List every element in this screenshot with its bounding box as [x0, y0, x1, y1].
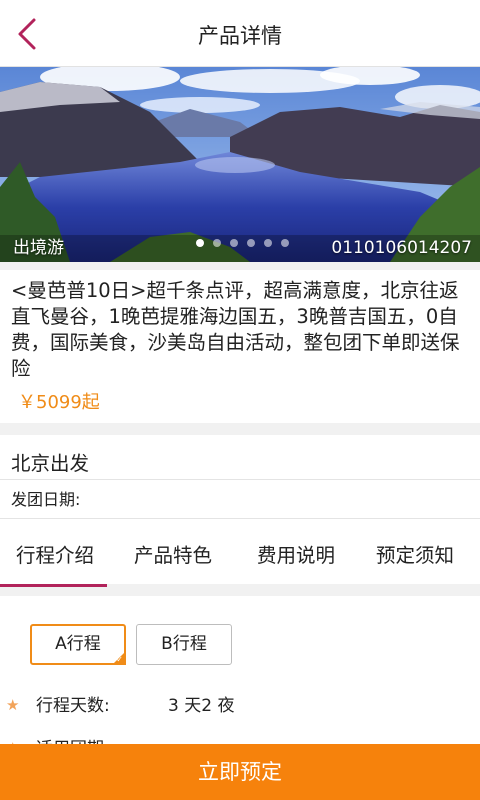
carousel-dot[interactable]	[213, 239, 221, 247]
carousel-dot[interactable]	[230, 239, 238, 247]
tab-features[interactable]: 产品特色	[134, 539, 212, 568]
route-b-label: B行程	[161, 634, 207, 654]
carousel-dot[interactable]	[247, 239, 255, 247]
hero-carousel[interactable]: 出境游 0110106014207	[0, 67, 480, 262]
carousel-dot[interactable]	[264, 239, 272, 247]
fjord-landscape-image	[0, 67, 480, 262]
tab-booking-notes[interactable]: 预定须知	[376, 539, 454, 568]
category-label: 出境游	[13, 238, 64, 258]
route-b-button[interactable]: B行程	[136, 624, 232, 665]
route-a-label: A行程	[55, 634, 101, 654]
page-title: 产品详情	[198, 24, 282, 48]
route-a-button[interactable]: A行程 ✓	[30, 624, 126, 665]
detail-value: 3 天2 夜	[168, 696, 235, 716]
product-info-card: <曼芭普10日>超千条点评，超高满意度，北京往返直飞曼谷，1晚芭提雅海边国五，3…	[0, 270, 480, 423]
active-tab-indicator	[0, 584, 107, 587]
departure-city: 北京出发	[11, 452, 90, 475]
carousel-dot[interactable]	[281, 239, 289, 247]
detail-row-days: ★ 行程天数: 3 天2 夜	[0, 691, 480, 721]
product-title: <曼芭普10日>超千条点评，超高满意度，北京往返直飞曼谷，1晚芭提雅海边国五，3…	[11, 279, 460, 380]
tab-fees[interactable]: 费用说明	[257, 539, 335, 568]
top-bar: 产品详情	[0, 0, 480, 67]
detail-tabs: 行程介绍 产品特色 费用说明 预定须知	[0, 518, 480, 587]
itinerary-content: A行程 ✓ B行程 ★ 行程天数: 3 天2 夜 ★ 适用团期	[0, 596, 480, 746]
product-code: 0110106014207	[331, 238, 472, 258]
carousel-indicator	[196, 239, 289, 247]
star-icon: ★	[6, 696, 20, 714]
book-now-button[interactable]: 立即预定	[0, 744, 480, 800]
departure-date-label: 发团日期:	[11, 490, 81, 509]
check-icon: ✓	[116, 655, 123, 664]
carousel-dot[interactable]	[196, 239, 204, 247]
divider	[0, 479, 480, 480]
product-price: ￥5099起	[18, 392, 100, 413]
departure-section: 北京出发 发团日期:	[0, 435, 480, 520]
tab-itinerary[interactable]: 行程介绍	[16, 539, 94, 568]
detail-label: 行程天数:	[36, 696, 110, 716]
